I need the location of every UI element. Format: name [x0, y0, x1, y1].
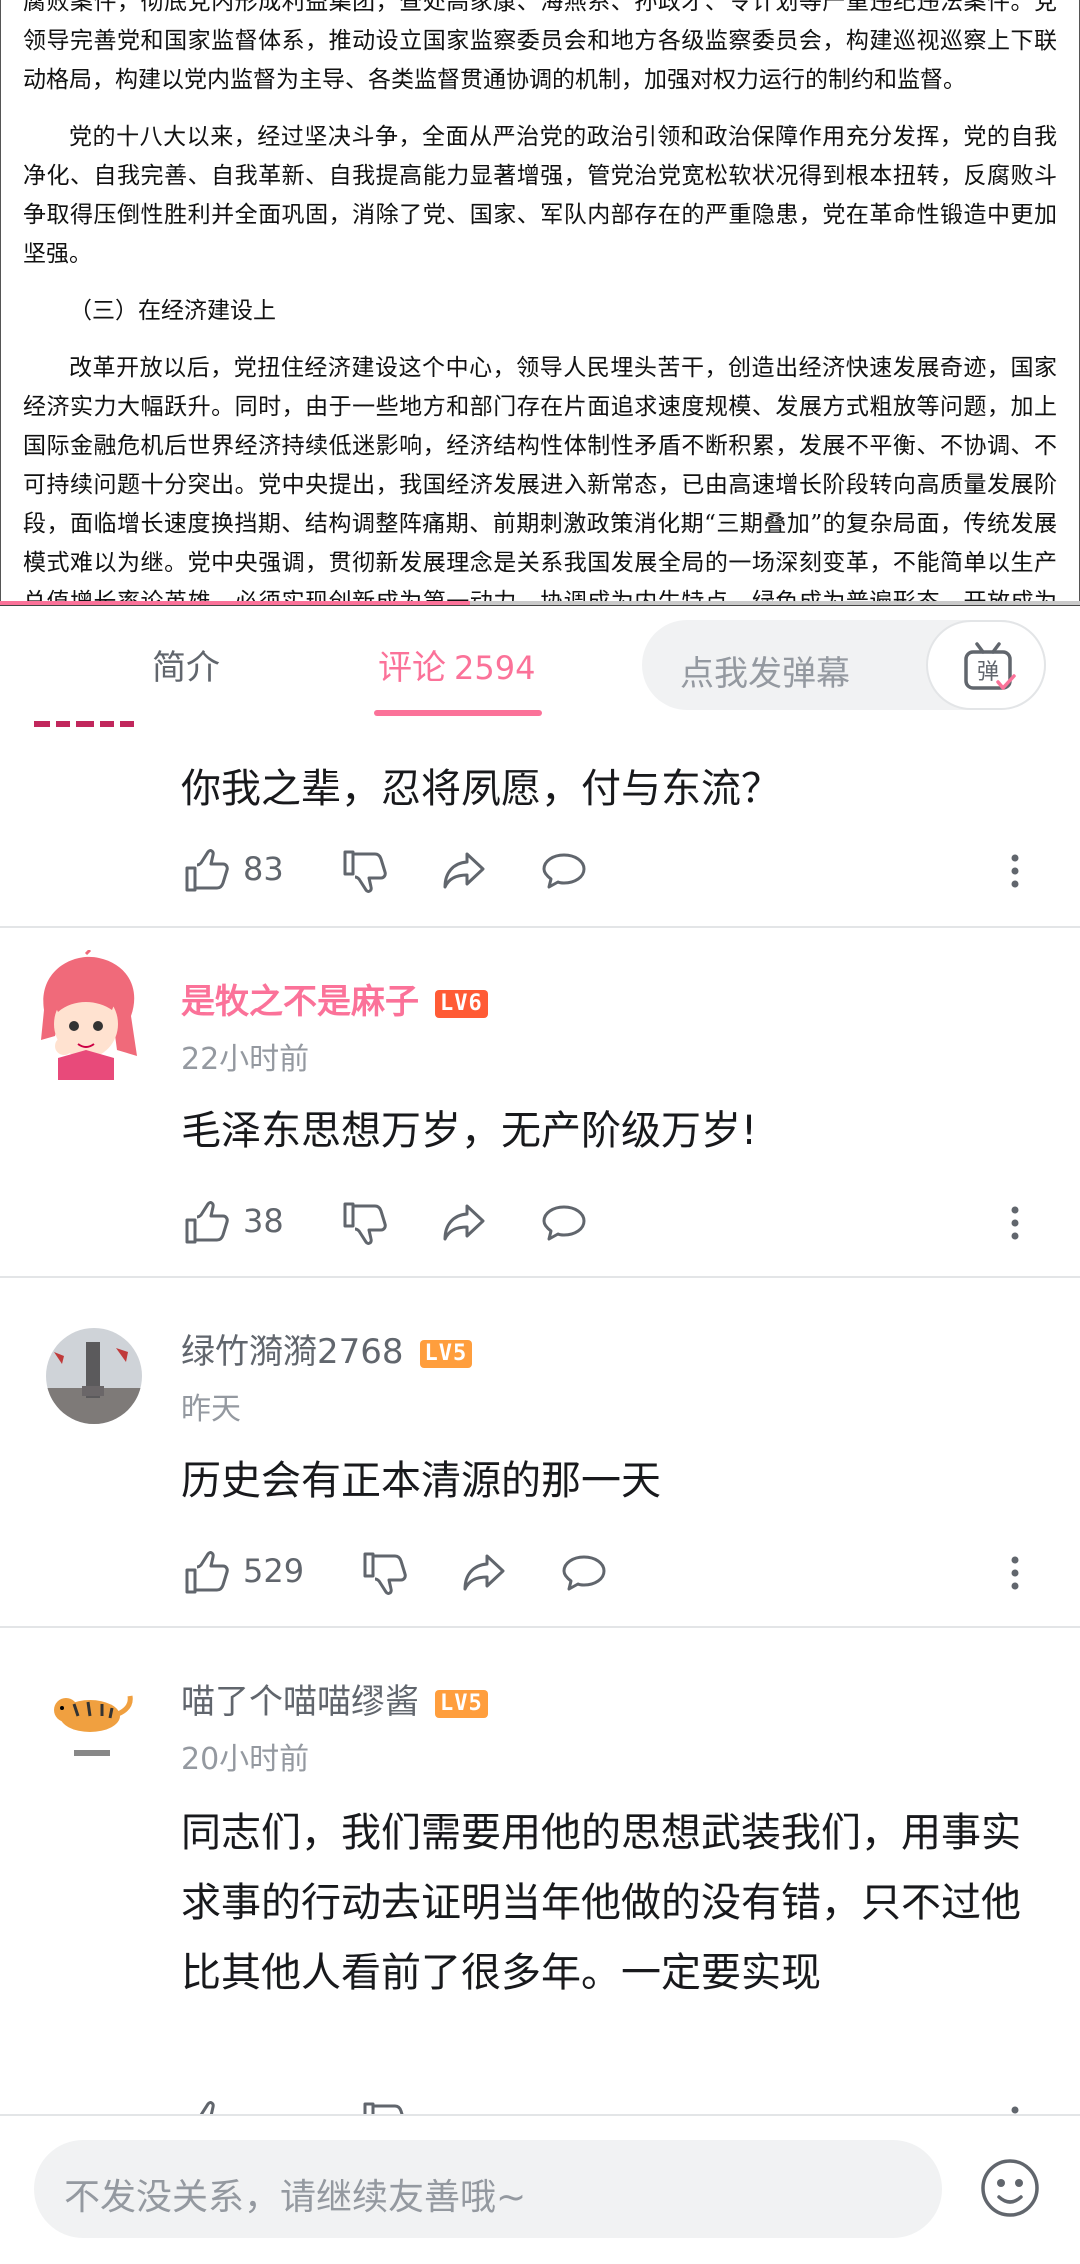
username-text: 喵了个喵喵缪酱 — [181, 1682, 419, 1722]
doc-paragraph-3: 改革开放以后，党扭住经济建设这个中心，领导人民埋头苦干，创造出经济快速发展奇迹，… — [23, 355, 1057, 606]
username-text: 绿竹漪漪2768 — [181, 1332, 404, 1372]
username[interactable]: 绿竹漪漪2768 LV5 — [181, 1324, 473, 1373]
comment-input-placeholder: 不发没关系，请继续友善哦~ — [64, 2177, 527, 2218]
tab-comments-label: 评论 — [378, 648, 446, 688]
more-icon — [1011, 2106, 1019, 2114]
emoji-button[interactable] — [978, 2156, 1042, 2220]
like-icon — [185, 1551, 229, 1594]
danmaku-input[interactable]: 点我发弹幕 弹 — [642, 620, 1046, 710]
more-button[interactable] — [1009, 1198, 1021, 1248]
share-button[interactable] — [439, 846, 489, 896]
reply-button[interactable] — [559, 1548, 609, 1598]
like-count: 83 — [243, 850, 284, 888]
share-button[interactable] — [459, 1548, 509, 1598]
comment-actions-cropped — [181, 2098, 1061, 2114]
share-icon — [463, 1554, 505, 1591]
comment-actions: 38 — [181, 1198, 1061, 1248]
like-button[interactable] — [181, 846, 231, 896]
danmaku-button[interactable]: 弹 — [926, 620, 1046, 710]
share-icon — [443, 852, 485, 889]
comment-count: 2594 — [454, 649, 536, 687]
like-count: 529 — [243, 1552, 305, 1590]
avatar[interactable] — [46, 1328, 142, 1424]
comment-input-bar: 不发没关系，请继续友善哦~ — [0, 2114, 1080, 2264]
comment-time: 22小时前 — [181, 1042, 310, 1077]
comment-time: 20小时前 — [181, 1742, 310, 1777]
like-button[interactable] — [181, 2098, 231, 2114]
document-page: 腐败案件，彻底党内形成利益集团，查处高家康、海燕系、孙政才、令计划等严重违纪违法… — [0, 0, 1080, 606]
like-button[interactable] — [181, 1548, 231, 1598]
avatar[interactable] — [24, 950, 154, 1080]
comment-text: 历史会有正本清源的那一天 — [181, 1458, 661, 1504]
reply-icon — [542, 853, 586, 889]
more-button[interactable] — [1009, 846, 1021, 896]
like-icon — [185, 1201, 229, 1244]
more-icon — [1011, 854, 1019, 888]
more-icon — [1011, 1206, 1019, 1240]
comment-time: 昨天 — [181, 1392, 241, 1427]
like-button[interactable] — [181, 1198, 231, 1248]
comment-item: 喵了个喵喵缪酱 LV5 20小时前 同志们，我们需要用他的思想武装我们，用事实求事… — [0, 1628, 1080, 2114]
danmaku-icon-label: 弹 — [977, 660, 999, 685]
doc-paragraph-2: 党的十八大以来，经过坚决斗争，全面从严治党的政治引领和政治保障作用充分发挥，党的… — [23, 124, 1057, 267]
like-icon — [199, 2101, 215, 2114]
more-button[interactable] — [1009, 2098, 1021, 2114]
comment-input[interactable]: 不发没关系，请继续友善哦~ — [34, 2140, 942, 2238]
doc-heading: （三）在经济建设上 — [69, 298, 276, 324]
more-button[interactable] — [1009, 1548, 1021, 1598]
reply-button[interactable] — [539, 846, 589, 896]
level-badge: LV5 — [419, 1339, 473, 1368]
comment-text: 毛泽东思想万岁，无产阶级万岁! — [181, 1108, 758, 1154]
level-badge: LV6 — [435, 989, 488, 1018]
comment-actions: 83 — [181, 846, 1061, 896]
username-text: 是牧之不是麻子 — [181, 982, 419, 1022]
dislike-icon — [363, 1552, 407, 1595]
level-badge: LV5 — [435, 1689, 488, 1718]
dislike-button[interactable] — [339, 846, 389, 896]
dislike-button[interactable] — [359, 2098, 409, 2114]
username[interactable]: 喵了个喵喵缪酱 LV5 — [181, 1674, 488, 1723]
reply-icon — [542, 1205, 586, 1241]
danmaku-icon: 弹 — [964, 642, 1016, 690]
comment-item: 绿竹漪漪2768 LV5 昨天 历史会有正本清源的那一天 529 — [0, 1278, 1080, 1628]
comment-item: 是牧之不是麻子 LV6 22小时前 毛泽东思想万岁，无产阶级万岁! 38 — [0, 928, 1080, 1278]
like-icon — [185, 849, 229, 892]
dislike-button[interactable] — [339, 1198, 389, 1248]
comment-text: 你我之辈，忍将夙愿，付与东流？ — [181, 766, 781, 812]
dislike-icon — [363, 2102, 404, 2114]
avatar[interactable] — [44, 1674, 140, 1770]
comment-text: 同志们，我们需要用他的思想武装我们，用事实求事的行动去证明当年他做的没有错，只不… — [181, 1810, 1021, 1996]
emoji-icon — [981, 2159, 1039, 2217]
tab-bar: 简介 评论 2594 点我发弹幕 弹 — [0, 606, 1080, 716]
video-player[interactable]: 腐败案件，彻底党内形成利益集团，查处高家康、海燕系、孙政才、令计划等严重违纪违法… — [0, 0, 1080, 606]
danmaku-placeholder: 点我发弹幕 — [680, 654, 850, 694]
comment-actions: 529 — [181, 1548, 1061, 1598]
comment-item: 你我之辈，忍将夙愿，付与东流？ 83 — [0, 716, 1080, 928]
share-button[interactable] — [439, 1198, 489, 1248]
tab-comments[interactable]: 评论 2594 — [378, 640, 535, 689]
dislike-icon — [343, 850, 387, 893]
doc-paragraph-1: 腐败案件，彻底党内形成利益集团，查处高家康、海燕系、孙政才、令计划等严重违纪违法… — [23, 0, 1057, 93]
reply-icon — [562, 1555, 606, 1591]
more-icon — [1011, 1556, 1019, 1590]
dislike-icon — [343, 1202, 387, 1245]
dislike-button[interactable] — [359, 1548, 409, 1598]
reply-button[interactable] — [539, 1198, 589, 1248]
share-icon — [443, 1204, 485, 1241]
like-count: 38 — [243, 1202, 284, 1240]
avatar-cropped — [34, 714, 144, 727]
tab-intro[interactable]: 简介 — [152, 640, 220, 689]
username[interactable]: 是牧之不是麻子 LV6 — [181, 974, 488, 1023]
